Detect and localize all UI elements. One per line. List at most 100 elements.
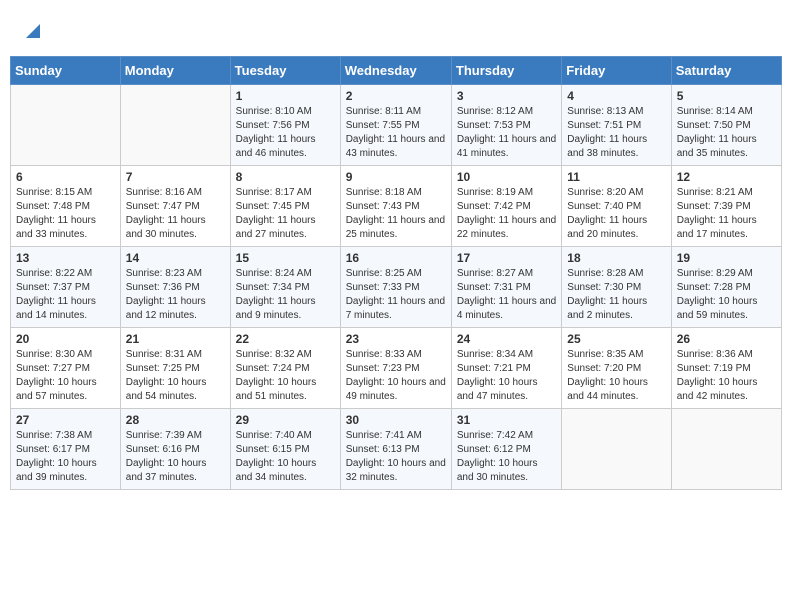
day-info: Sunrise: 8:23 AM Sunset: 7:36 PM Dayligh… — [126, 267, 225, 323]
calendar-day-cell: 9Sunrise: 8:18 AM Sunset: 7:43 PM Daylig… — [340, 166, 451, 247]
calendar-day-cell: 18 Sunrise: 8:28 AM Sunset: 7:30 PM Dayli… — [562, 247, 671, 328]
day-number: 2 — [346, 89, 446, 103]
calendar-table: SundayMondayTuesdayWednesdayThursdayFrid… — [10, 56, 782, 490]
calendar-day-cell: 2Sunrise: 8:11 AM Sunset: 7:55 PM Daylig… — [340, 85, 451, 166]
calendar-day-cell: 14 Sunrise: 8:23 AM Sunset: 7:36 PM Dayli… — [120, 247, 230, 328]
weekday-header-saturday: Saturday — [671, 57, 781, 85]
day-number: 15 — [236, 251, 335, 265]
day-info: Sunrise: 8:36 AM Sunset: 7:19 PM Dayligh… — [677, 348, 776, 404]
day-info: Sunrise: 8:33 AM Sunset: 7:23 PM Dayligh… — [346, 348, 446, 404]
day-number: 21 — [126, 332, 225, 346]
calendar-empty-cell — [120, 85, 230, 166]
day-number: 25 — [567, 332, 665, 346]
day-number: 22 — [236, 332, 335, 346]
day-number: 1 — [236, 89, 335, 103]
calendar-week-row: 27 Sunrise: 7:38 AM Sunset: 6:17 PM Dayli… — [11, 409, 782, 490]
calendar-day-cell: 22 Sunrise: 8:32 AM Sunset: 7:24 PM Dayli… — [230, 328, 340, 409]
day-info: Sunrise: 7:40 AM Sunset: 6:15 PM Dayligh… — [236, 429, 335, 485]
day-number: 30 — [346, 413, 446, 427]
calendar-day-cell: 26 Sunrise: 8:36 AM Sunset: 7:19 PM Dayli… — [671, 328, 781, 409]
weekday-header-thursday: Thursday — [451, 57, 561, 85]
day-number: 8 — [236, 170, 335, 184]
calendar-empty-cell — [562, 409, 671, 490]
calendar-week-row: 1 Sunrise: 8:10 AM Sunset: 7:56 PM Daylig… — [11, 85, 782, 166]
day-info: Sunrise: 8:10 AM Sunset: 7:56 PM Dayligh… — [236, 105, 335, 161]
weekday-header-tuesday: Tuesday — [230, 57, 340, 85]
day-number: 10 — [457, 170, 556, 184]
day-number: 27 — [16, 413, 115, 427]
day-number: 11 — [567, 170, 665, 184]
weekday-header-monday: Monday — [120, 57, 230, 85]
day-info: Sunrise: 8:16 AM Sunset: 7:47 PM Dayligh… — [126, 186, 225, 242]
day-number: 18 — [567, 251, 665, 265]
day-info: Sunrise: 8:32 AM Sunset: 7:24 PM Dayligh… — [236, 348, 335, 404]
day-number: 17 — [457, 251, 556, 265]
day-number: 19 — [677, 251, 776, 265]
weekday-header-friday: Friday — [562, 57, 671, 85]
logo-triangle-icon — [22, 20, 40, 38]
day-number: 20 — [16, 332, 115, 346]
calendar-day-cell: 21 Sunrise: 8:31 AM Sunset: 7:25 PM Dayli… — [120, 328, 230, 409]
day-info: Sunrise: 8:12 AM Sunset: 7:53 PM Dayligh… — [457, 105, 556, 161]
day-info: Sunrise: 8:21 AM Sunset: 7:39 PM Dayligh… — [677, 186, 776, 242]
weekday-header-sunday: Sunday — [11, 57, 121, 85]
calendar-day-cell: 23 Sunrise: 8:33 AM Sunset: 7:23 PM Dayli… — [340, 328, 451, 409]
day-info: Sunrise: 8:31 AM Sunset: 7:25 PM Dayligh… — [126, 348, 225, 404]
calendar-day-cell: 20Sunrise: 8:30 AM Sunset: 7:27 PM Dayli… — [11, 328, 121, 409]
calendar-day-cell: 24 Sunrise: 8:34 AM Sunset: 7:21 PM Dayli… — [451, 328, 561, 409]
day-number: 6 — [16, 170, 115, 184]
day-info: Sunrise: 8:34 AM Sunset: 7:21 PM Dayligh… — [457, 348, 556, 404]
day-number: 28 — [126, 413, 225, 427]
day-info: Sunrise: 8:20 AM Sunset: 7:40 PM Dayligh… — [567, 186, 665, 242]
page-header — [10, 10, 782, 48]
calendar-empty-cell — [671, 409, 781, 490]
calendar-day-cell: 31Sunrise: 7:42 AM Sunset: 6:12 PM Dayli… — [451, 409, 561, 490]
calendar-day-cell: 25Sunrise: 8:35 AM Sunset: 7:20 PM Dayli… — [562, 328, 671, 409]
day-info: Sunrise: 7:41 AM Sunset: 6:13 PM Dayligh… — [346, 429, 446, 485]
day-info: Sunrise: 8:27 AM Sunset: 7:31 PM Dayligh… — [457, 267, 556, 323]
weekday-header-row: SundayMondayTuesdayWednesdayThursdayFrid… — [11, 57, 782, 85]
day-number: 24 — [457, 332, 556, 346]
day-number: 7 — [126, 170, 225, 184]
day-number: 4 — [567, 89, 665, 103]
day-number: 3 — [457, 89, 556, 103]
logo — [20, 20, 40, 43]
day-info: Sunrise: 8:28 AM Sunset: 7:30 PM Dayligh… — [567, 267, 665, 323]
calendar-day-cell: 7 Sunrise: 8:16 AM Sunset: 7:47 PM Daylig… — [120, 166, 230, 247]
calendar-week-row: 6 Sunrise: 8:15 AM Sunset: 7:48 PM Daylig… — [11, 166, 782, 247]
calendar-day-cell: 29Sunrise: 7:40 AM Sunset: 6:15 PM Dayli… — [230, 409, 340, 490]
calendar-day-cell: 13 Sunrise: 8:22 AM Sunset: 7:37 PM Dayli… — [11, 247, 121, 328]
calendar-week-row: 13 Sunrise: 8:22 AM Sunset: 7:37 PM Dayli… — [11, 247, 782, 328]
day-info: Sunrise: 8:22 AM Sunset: 7:37 PM Dayligh… — [16, 267, 115, 323]
day-info: Sunrise: 7:38 AM Sunset: 6:17 PM Dayligh… — [16, 429, 115, 485]
calendar-day-cell: 30 Sunrise: 7:41 AM Sunset: 6:13 PM Dayli… — [340, 409, 451, 490]
day-number: 26 — [677, 332, 776, 346]
day-info: Sunrise: 8:29 AM Sunset: 7:28 PM Dayligh… — [677, 267, 776, 323]
day-info: Sunrise: 8:25 AM Sunset: 7:33 PM Dayligh… — [346, 267, 446, 323]
day-number: 13 — [16, 251, 115, 265]
calendar-day-cell: 19 Sunrise: 8:29 AM Sunset: 7:28 PM Dayli… — [671, 247, 781, 328]
day-info: Sunrise: 8:14 AM Sunset: 7:50 PM Dayligh… — [677, 105, 776, 161]
day-info: Sunrise: 8:18 AM Sunset: 7:43 PM Dayligh… — [346, 186, 446, 242]
calendar-day-cell: 6 Sunrise: 8:15 AM Sunset: 7:48 PM Daylig… — [11, 166, 121, 247]
calendar-day-cell: 16Sunrise: 8:25 AM Sunset: 7:33 PM Dayli… — [340, 247, 451, 328]
calendar-day-cell: 4 Sunrise: 8:13 AM Sunset: 7:51 PM Daylig… — [562, 85, 671, 166]
day-number: 23 — [346, 332, 446, 346]
day-number: 14 — [126, 251, 225, 265]
day-info: Sunrise: 8:17 AM Sunset: 7:45 PM Dayligh… — [236, 186, 335, 242]
calendar-day-cell: 28 Sunrise: 7:39 AM Sunset: 6:16 PM Dayli… — [120, 409, 230, 490]
day-info: Sunrise: 8:15 AM Sunset: 7:48 PM Dayligh… — [16, 186, 115, 242]
day-info: Sunrise: 7:39 AM Sunset: 6:16 PM Dayligh… — [126, 429, 225, 485]
calendar-day-cell: 10 Sunrise: 8:19 AM Sunset: 7:42 PM Dayli… — [451, 166, 561, 247]
calendar-empty-cell — [11, 85, 121, 166]
day-info: Sunrise: 8:13 AM Sunset: 7:51 PM Dayligh… — [567, 105, 665, 161]
calendar-day-cell: 3 Sunrise: 8:12 AM Sunset: 7:53 PM Daylig… — [451, 85, 561, 166]
calendar-day-cell: 12 Sunrise: 8:21 AM Sunset: 7:39 PM Dayli… — [671, 166, 781, 247]
day-number: 12 — [677, 170, 776, 184]
calendar-day-cell: 5Sunrise: 8:14 AM Sunset: 7:50 PM Daylig… — [671, 85, 781, 166]
day-number: 31 — [457, 413, 556, 427]
day-info: Sunrise: 8:19 AM Sunset: 7:42 PM Dayligh… — [457, 186, 556, 242]
calendar-day-cell: 15Sunrise: 8:24 AM Sunset: 7:34 PM Dayli… — [230, 247, 340, 328]
calendar-day-cell: 11 Sunrise: 8:20 AM Sunset: 7:40 PM Dayli… — [562, 166, 671, 247]
weekday-header-wednesday: Wednesday — [340, 57, 451, 85]
